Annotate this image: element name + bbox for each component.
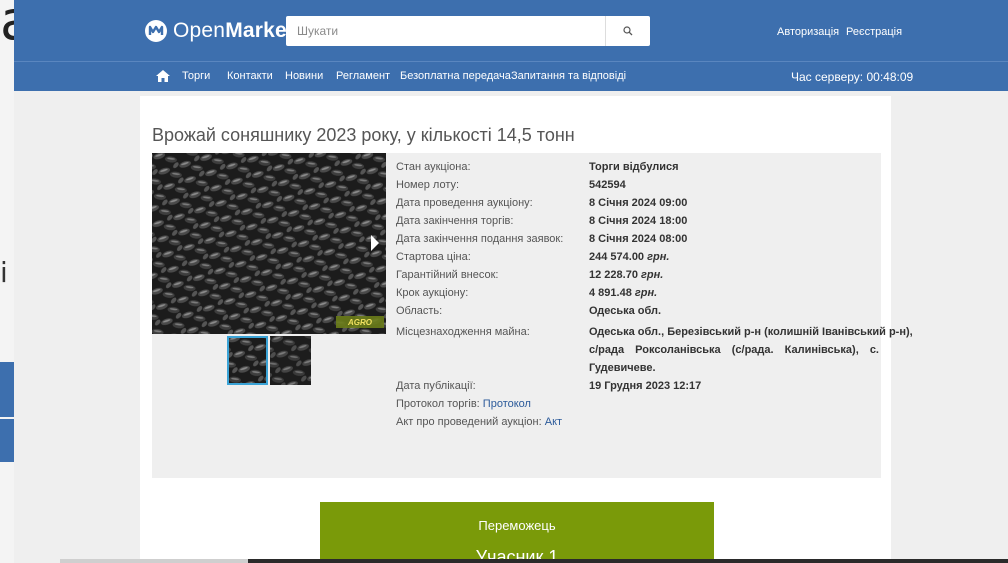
winner-label: Переможець: [478, 518, 556, 533]
logo-text: OpenMarket: [173, 19, 295, 42]
act-link[interactable]: Акт: [545, 416, 562, 428]
field-label: Крок аукціону:: [396, 287, 469, 299]
field-label: Дата закінчення торгів:: [396, 215, 514, 227]
property-location-line-1: Одеська обл., Березівський р-н (колишній…: [589, 326, 913, 338]
lot-thumbnail-2[interactable]: [270, 336, 311, 385]
nav-home[interactable]: [156, 69, 170, 87]
nav-item-free-transfer[interactable]: Безоплатна передача: [400, 70, 511, 82]
search-button[interactable]: [605, 16, 650, 46]
field-label: Дата закінчення подання заявок:: [396, 233, 564, 245]
nav-item-faq[interactable]: Запитання та відповіді: [511, 70, 626, 82]
nav-item-contacts[interactable]: Контакти: [227, 70, 273, 82]
site-header: OpenMarket Авторизація Реєстрація: [14, 0, 1008, 61]
photo-watermark: AGRO: [347, 318, 373, 327]
region: Одеська обл.: [589, 305, 662, 317]
lot-thumbnail-1[interactable]: [227, 336, 268, 385]
server-time: Час серверу: 00:48:09: [791, 70, 914, 84]
site-logo[interactable]: OpenMarket: [145, 19, 294, 43]
starting-price: 244 574.00 грн.: [589, 251, 670, 263]
lot-info-panel: AGRO Стан аукціона: Номер лоту: Дата про…: [152, 153, 913, 478]
lot-number: 542594: [589, 179, 626, 191]
field-label: Гарантійний внесок:: [396, 269, 499, 281]
property-location-line-3: Гудевичеве.: [589, 362, 656, 374]
field-label: Дата публікації:: [396, 380, 476, 392]
field-label: Стартова ціна:: [396, 251, 471, 263]
search-input[interactable]: [286, 16, 606, 46]
winner-panel: Переможець Учасник 1: [320, 502, 714, 563]
search-bar: [286, 16, 650, 46]
field-label: Стан аукціона:: [396, 161, 471, 173]
browser-window: OpenMarket Авторизація Реєстрація Торги …: [14, 0, 1008, 563]
auction-date: 8 Січня 2024 09:00: [589, 197, 688, 209]
horizontal-scrollbar[interactable]: [60, 559, 1008, 563]
auction-step: 4 891.48 грн.: [589, 287, 658, 299]
login-link[interactable]: Авторизація: [777, 26, 839, 38]
applications-end-date: 8 Січня 2024 08:00: [589, 233, 688, 245]
background-glyph: i: [0, 256, 8, 289]
search-icon: [623, 26, 633, 36]
publication-date: 19 Грудня 2023 12:17: [589, 380, 702, 392]
field-label: Номер лоту:: [396, 179, 460, 191]
nav-item-rules[interactable]: Регламент: [336, 70, 390, 82]
page-title: Врожай соняшнику 2023 року, у кількості …: [152, 125, 575, 145]
main-nav: Торги Контакти Новини Регламент Безоплат…: [14, 61, 1008, 91]
field-label: Область:: [396, 305, 443, 317]
field-label: Місцезнаходження майна:: [396, 326, 530, 338]
nav-item-auctions[interactable]: Торги: [182, 70, 210, 82]
openmarket-logo-icon: [145, 20, 167, 42]
trading-end-date: 8 Січня 2024 18:00: [589, 215, 688, 227]
auction-status: Торги відбулися: [589, 161, 679, 173]
nav-item-news[interactable]: Новини: [285, 70, 323, 82]
lot-content: Врожай соняшнику 2023 року, у кількості …: [140, 96, 913, 563]
protocol-link[interactable]: Протокол: [483, 398, 531, 410]
field-label: Дата проведення аукціону:: [396, 197, 533, 209]
background-window: a i: [0, 0, 33, 563]
act-row: Акт про проведений аукціон: Акт: [396, 416, 563, 428]
protocol-row: Протокол торгів: Протокол: [396, 398, 531, 410]
property-location-line-2: с/рада Роксоланівська (с/рада. Калинівсь…: [589, 344, 879, 356]
scrollbar-thumb[interactable]: [248, 559, 1008, 563]
lot-main-photo[interactable]: AGRO: [152, 153, 386, 334]
register-link[interactable]: Реєстрація: [846, 26, 902, 38]
home-icon: [156, 70, 170, 82]
guarantee-deposit: 12 228.70 грн.: [589, 269, 664, 281]
